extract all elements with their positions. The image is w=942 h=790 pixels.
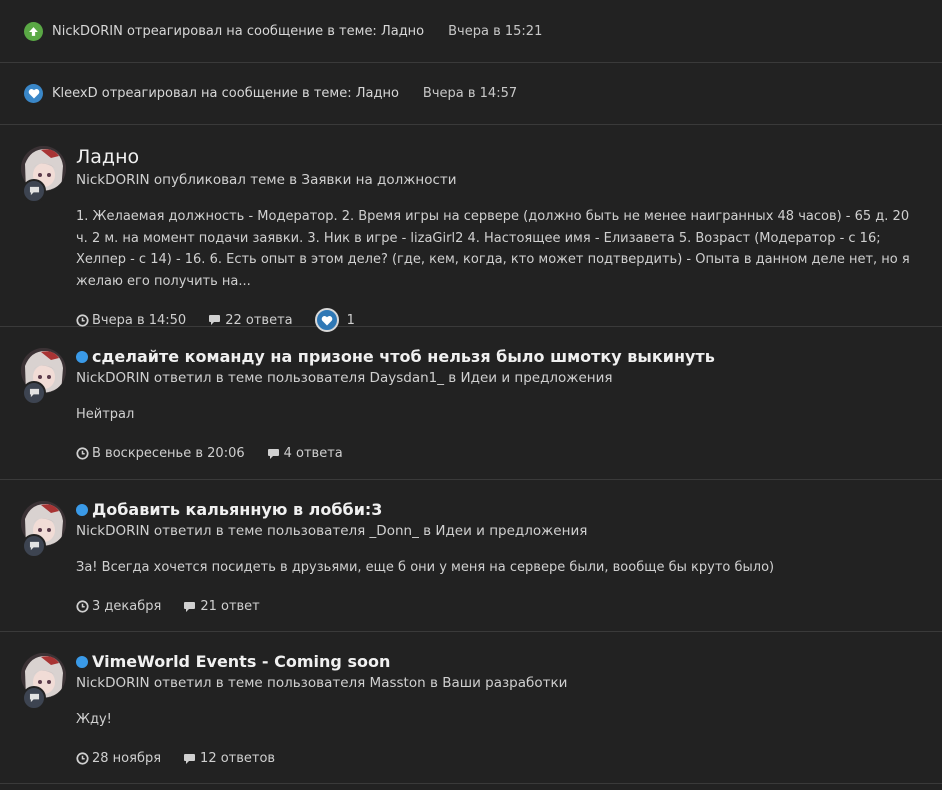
post-replies: 22 ответа [208,312,293,328]
post-stats: В воскресенье в 20:06 4 ответа [76,439,922,469]
post-title-text[interactable]: VimeWorld Events - Coming soon [92,652,390,672]
post-time: Вчера в 14:50 [76,313,186,328]
unread-indicator [76,504,88,516]
post-snippet: 1. Желаемая должность - Модератор. 2. Вр… [76,209,910,289]
unread-indicator [76,351,88,363]
notification-row[interactable]: KleexD отреагировал на сообщение в теме:… [0,63,942,125]
clock-icon [76,313,89,327]
clock-icon [76,600,89,613]
activity-feed: NickDORIN отреагировал на сообщение в те… [0,0,942,790]
activity-item: Добавить кальянную в лобби:3 NickDORIN о… [0,480,942,632]
notification-time: Вчера в 14:57 [422,86,518,101]
clock-icon [76,447,89,460]
post-title[interactable]: Ладно [76,145,922,169]
post-time-text: 28 ноября [92,751,162,766]
heart-icon [24,84,43,103]
comments-icon [184,753,196,764]
post-stats: 28 ноября 12 ответов [76,744,922,774]
activity-item: VimeWorld Events - Coming soon NickDORIN… [0,632,942,784]
notification-text[interactable]: KleexD отреагировал на сообщение в теме:… [52,86,399,101]
post-meta[interactable]: NickDORIN опубликовал теме в Заявки на д… [76,170,922,190]
post-time-text: 3 декабря [92,599,162,614]
post-title-text[interactable]: Ладно [76,145,139,169]
post-title[interactable]: сделайте команду на призоне чтоб нельзя … [76,347,922,367]
post-snippet: За! Всегда хочется посидеть в друзьями, … [76,560,775,575]
comments-icon [184,601,196,612]
next-item-cut-off [0,784,942,790]
notification-text[interactable]: NickDORIN отреагировал на сообщение в те… [52,24,424,39]
post-time: В воскресенье в 20:06 [76,446,245,461]
post-snippet: Жду! [76,712,112,727]
comments-icon [209,315,221,325]
post-replies: 21 ответ [183,599,260,614]
upvote-icon [24,21,43,41]
post-snippet: Нейтрал [76,407,135,422]
comment-badge-icon [22,179,46,203]
comment-badge-icon [22,686,46,710]
post-replies-text: 12 ответов [200,751,276,766]
post-replies-text: 21 ответ [200,599,260,614]
comments-icon [267,448,279,459]
post-replies-text: 4 ответа [283,446,343,461]
post-meta[interactable]: NickDORIN ответил в теме пользователя Da… [76,368,922,388]
post-title[interactable]: VimeWorld Events - Coming soon [76,652,922,672]
post-meta[interactable]: NickDORIN ответил в теме пользователя Ma… [76,673,922,693]
reaction-count: 1 [346,312,355,328]
post-meta[interactable]: NickDORIN ответил в теме пользователя _D… [76,521,922,541]
post-time: 28 ноября [76,751,161,766]
post-title-text[interactable]: сделайте команду на призоне чтоб нельзя … [92,347,715,367]
activity-item: Ладно NickDORIN опубликовал теме в Заявк… [0,125,942,332]
post-replies-text: 22 ответа [225,312,293,328]
comment-badge-icon [22,534,46,558]
post-time-text: В воскресенье в 20:06 [92,446,245,461]
post-time-text: Вчера в 14:50 [92,312,187,328]
comment-badge-icon [22,381,46,405]
notification-time: Вчера в 15:21 [448,23,543,39]
unread-indicator [76,656,88,668]
post-title[interactable]: Добавить кальянную в лобби:3 [76,500,922,520]
post-time: 3 декабря [76,599,161,614]
post-replies: 12 ответов [183,751,275,766]
post-replies: 4 ответа [267,446,343,461]
post-stats: 3 декабря 21 ответ [76,592,922,622]
activity-item: сделайте команду на призоне чтоб нельзя … [0,327,942,480]
clock-icon [76,752,89,765]
post-title-text[interactable]: Добавить кальянную в лобби:3 [92,500,382,520]
notification-row[interactable]: NickDORIN отреагировал на сообщение в те… [0,0,942,63]
